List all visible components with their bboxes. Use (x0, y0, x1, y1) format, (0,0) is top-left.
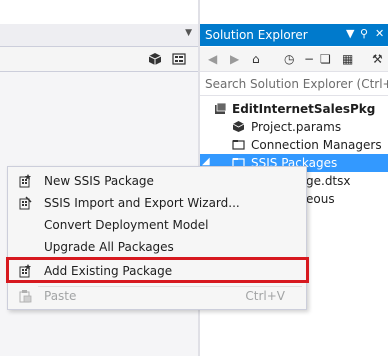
copy-icon[interactable]: ❏ (320, 52, 331, 66)
variables-icon[interactable] (172, 52, 186, 66)
package-icon[interactable] (148, 52, 162, 66)
tree-item-label: EditInternetSalesPkg (232, 102, 376, 116)
solution-explorer-header: Solution Explorer ▼ ⚲ ✕ (200, 24, 388, 46)
menu-item-upgrade-all-packages[interactable]: Upgrade All Packages (9, 236, 305, 258)
tree-item-label: Connection Managers (251, 138, 382, 152)
solution-explorer-search[interactable]: Search Solution Explorer (Ctrl+;) (200, 73, 388, 96)
tree-item-label: eous (306, 192, 335, 206)
history-icon[interactable]: ◷ (284, 52, 294, 66)
tree-item-connection-managers[interactable]: Connection Managers (200, 136, 388, 154)
menu-item-label: Upgrade All Packages (44, 240, 174, 254)
project-icon (215, 102, 227, 114)
menu-item-label: Convert Deployment Model (44, 218, 209, 232)
menu-item-convert-deployment-model[interactable]: Convert Deployment Model (9, 214, 305, 236)
menu-item-new-ssis-package[interactable]: New SSIS Package (9, 170, 305, 192)
params-icon (232, 121, 245, 132)
dropdown-arrow-icon[interactable]: ▼ (185, 28, 192, 38)
folder-icon (232, 140, 245, 150)
solution-explorer-title: Solution Explorer (205, 28, 308, 42)
menu-item-label: SSIS Import and Export Wizard... (44, 196, 240, 210)
back-icon[interactable]: ◀ (208, 52, 217, 66)
editor-tabstrip: ▼ (0, 24, 198, 47)
menu-item-label: Paste (44, 289, 77, 303)
collapse-all-icon[interactable]: − (304, 52, 314, 66)
close-icon[interactable]: ✕ (375, 27, 384, 40)
highlight-box (6, 257, 309, 283)
tree-item-project[interactable]: EditInternetSalesPkg (200, 100, 388, 118)
tree-item-label: ge.dtsx (306, 174, 351, 188)
paste-icon (19, 290, 32, 303)
solution-explorer-toolbar: ◀ ▶ ⌂ ◷ − ❏ ▦ ⚒ (200, 47, 388, 72)
properties-icon[interactable]: ▦ (342, 52, 353, 66)
home-icon[interactable]: ⌂ (252, 52, 260, 66)
pin-icon[interactable]: ⚲ (360, 27, 368, 40)
menu-item-paste[interactable]: Paste Ctrl+V (9, 285, 305, 307)
new-package-icon (19, 174, 31, 188)
menu-item-label: New SSIS Package (44, 174, 154, 188)
tree-item-project-params[interactable]: Project.params (200, 118, 388, 136)
context-menu: New SSIS Package SSIS Import and Export … (7, 166, 307, 310)
tree-item-label: Project.params (251, 120, 342, 134)
forward-icon[interactable]: ▶ (230, 52, 239, 66)
dropdown-icon[interactable]: ▼ (346, 27, 354, 40)
editor-toolbar (0, 47, 198, 72)
menu-item-shortcut: Ctrl+V (245, 289, 285, 303)
search-input[interactable]: Search Solution Explorer (Ctrl+;) (205, 77, 388, 91)
wrench-icon[interactable]: ⚒ (372, 52, 383, 66)
wizard-icon (19, 196, 32, 210)
menu-item-import-export-wizard[interactable]: SSIS Import and Export Wizard... (9, 192, 305, 214)
